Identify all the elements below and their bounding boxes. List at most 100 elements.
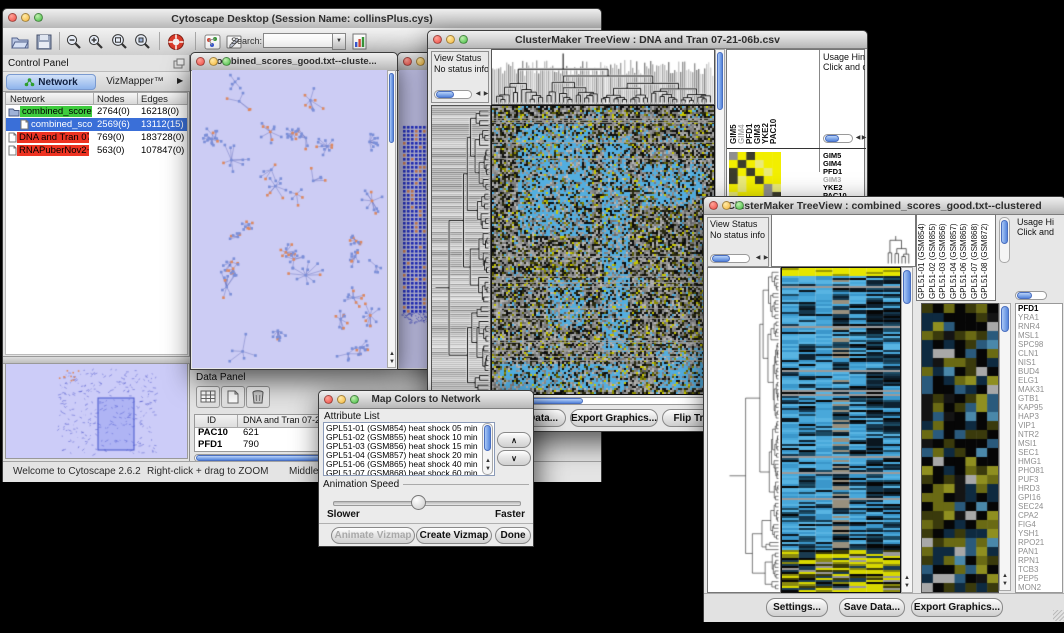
tv2-export-graphics-button[interactable]: Export Graphics... xyxy=(911,598,1003,617)
close-button[interactable] xyxy=(324,395,333,404)
tv1-column-dendrogram[interactable] xyxy=(491,49,715,105)
minimize-button[interactable] xyxy=(209,57,218,66)
gene-label[interactable]: HRD3 xyxy=(1018,484,1062,493)
gene-label[interactable]: FIG4 xyxy=(1018,520,1062,529)
tv2-zoom-vscrollbar[interactable]: ▲ ▼ xyxy=(999,303,1011,591)
gene-label[interactable]: HAP3 xyxy=(1018,412,1062,421)
create-vizmap-button[interactable]: Create Vizmap xyxy=(416,527,492,544)
minimize-button[interactable] xyxy=(21,13,30,22)
netwin1-titlebar[interactable]: combined_scores_good.txt--cluste... xyxy=(191,53,397,71)
save-session-button[interactable] xyxy=(33,31,55,52)
scroll-down-icon[interactable]: ▼ xyxy=(1001,581,1009,588)
tv1-export-graphics-button[interactable]: Export Graphics... xyxy=(570,409,658,427)
zoom-button[interactable] xyxy=(222,57,231,66)
tv2-gene-list[interactable]: PFD1YRA1RNR4MSL1SPC98CLN1NIS1BUD4ELG1MAK… xyxy=(1015,303,1063,593)
close-button[interactable] xyxy=(403,57,412,66)
attribute-list-scrollbar[interactable]: ▲ ▼ xyxy=(482,423,493,475)
attribute-item[interactable]: GPL51-01 (GSM854) heat shock 05 min xyxy=(326,424,494,433)
attribute-list[interactable]: GPL51-01 (GSM854) heat shock 05 minGPL51… xyxy=(323,422,495,476)
gene-label[interactable]: PFD1 xyxy=(1018,304,1062,313)
tv1-status-scrollbar[interactable] xyxy=(434,90,472,99)
attribute-item[interactable]: GPL51-07 (GSM868) heat shock 60 min xyxy=(326,469,494,476)
attribute-item[interactable]: GPL51-04 (GSM857) heat shock 20 min xyxy=(326,451,494,460)
scroll-up-icon[interactable]: ▲ xyxy=(484,458,492,465)
gene-label[interactable]: YRA1 xyxy=(1018,313,1062,322)
attribute-select-button[interactable] xyxy=(196,386,220,408)
scroll-left-icon[interactable]: ◀ xyxy=(754,255,762,262)
zoom-out-button[interactable] xyxy=(63,31,85,52)
gene-label[interactable]: BUD4 xyxy=(1018,367,1062,376)
gene-label[interactable]: SEC1 xyxy=(1018,448,1062,457)
tv2-zoom-heatmap[interactable] xyxy=(921,303,999,593)
delete-attribute-button[interactable] xyxy=(246,386,270,408)
zoom-fit-button[interactable] xyxy=(108,31,130,52)
gene-label[interactable]: KAP95 xyxy=(1018,403,1062,412)
close-button[interactable] xyxy=(8,13,17,22)
scroll-right-icon[interactable]: ▶ xyxy=(482,91,489,98)
scroll-down-icon[interactable]: ▼ xyxy=(903,583,911,590)
tv2-settings-button[interactable]: Settings... xyxy=(766,598,828,617)
scroll-left-icon[interactable]: ◀ xyxy=(474,91,482,98)
speed-slider-thumb[interactable] xyxy=(411,495,426,510)
close-button[interactable] xyxy=(709,201,718,210)
tab-overflow-button[interactable]: ▶ xyxy=(177,76,183,85)
gene-label[interactable]: RPO21 xyxy=(1018,538,1062,547)
minimize-button[interactable] xyxy=(416,57,425,66)
animate-vizmap-button[interactable]: Animate Vizmap xyxy=(331,527,415,544)
new-attribute-button[interactable] xyxy=(221,386,245,408)
tv2-status-scrollbar[interactable] xyxy=(710,254,750,263)
gene-label[interactable]: CLN1 xyxy=(1018,349,1062,358)
attribute-item[interactable]: GPL51-02 (GSM855) heat shock 10 min xyxy=(326,433,494,442)
scroll-up-icon[interactable]: ▲ xyxy=(1001,573,1009,580)
tv2-row-dendrogram[interactable] xyxy=(707,267,781,593)
gene-label[interactable]: PEP5 xyxy=(1018,574,1062,583)
resize-grip[interactable] xyxy=(1053,610,1064,621)
tv2-genelist-scrollbar[interactable] xyxy=(1015,291,1047,300)
move-down-button[interactable]: ∨ xyxy=(497,450,531,466)
gene-label[interactable]: CPA2 xyxy=(1018,511,1062,520)
close-button[interactable] xyxy=(433,35,442,44)
zoom-button[interactable] xyxy=(459,35,468,44)
birdseye-view[interactable] xyxy=(5,363,188,459)
treeview1-titlebar[interactable]: ClusterMaker TreeView : DNA and Tran 07-… xyxy=(428,31,867,49)
help-button[interactable] xyxy=(165,31,187,52)
gene-label[interactable]: VIP1 xyxy=(1018,421,1062,430)
tab-vizmapper[interactable]: VizMapper™ xyxy=(99,74,171,88)
gene-label[interactable]: PAN1 xyxy=(1018,547,1062,556)
gene-label[interactable]: MAK31 xyxy=(1018,385,1062,394)
close-button[interactable] xyxy=(196,57,205,66)
scroll-down-icon[interactable]: ▼ xyxy=(484,466,492,473)
search-dropdown-button[interactable]: ▼ xyxy=(332,33,346,50)
speed-slider-track[interactable] xyxy=(333,501,521,506)
scroll-right-icon[interactable]: ▶ xyxy=(762,255,769,262)
gene-label[interactable]: GTB1 xyxy=(1018,394,1062,403)
tab-network[interactable]: Network xyxy=(6,74,96,90)
network-row[interactable]: DNA and Tran 07769(0)183728(0) xyxy=(6,131,187,144)
tv2-vscrollbar[interactable]: ▲ ▼ xyxy=(901,267,913,593)
main-titlebar[interactable]: Cytoscape Desktop (Session Name: collins… xyxy=(3,9,601,29)
gene-label[interactable]: MSL1 xyxy=(1018,331,1062,340)
gene-label[interactable]: NIS1 xyxy=(1018,358,1062,367)
zoom-button[interactable] xyxy=(350,395,359,404)
scroll-up-icon[interactable]: ▲ xyxy=(388,351,396,358)
gene-label[interactable]: MON2 xyxy=(1018,583,1062,592)
zoom-selected-button[interactable] xyxy=(131,31,153,52)
tv1-row-dendrogram[interactable] xyxy=(431,105,491,395)
network-row[interactable]: RNAPuberNov2+563(0)107847(0) xyxy=(6,144,187,157)
move-up-button[interactable]: ∧ xyxy=(497,432,531,448)
zoom-in-button[interactable] xyxy=(85,31,107,52)
plugin-modules-button[interactable] xyxy=(201,31,223,52)
gene-label[interactable]: GPI16 xyxy=(1018,493,1062,502)
tv2-heatmap[interactable] xyxy=(781,267,901,593)
network-row[interactable]: combined_scores2764(0)16218(0) xyxy=(6,105,187,118)
network-row[interactable]: combined_sco2569(6)13112(15) xyxy=(6,118,187,131)
scroll-up-icon[interactable]: ▲ xyxy=(903,575,911,582)
open-session-button[interactable] xyxy=(9,31,31,52)
gene-label[interactable]: HMG1 xyxy=(1018,457,1062,466)
gene-label[interactable]: SPC98 xyxy=(1018,340,1062,349)
tv1-heatmap[interactable] xyxy=(491,105,715,395)
netwin1-vscrollbar[interactable]: ▲ ▼ xyxy=(387,70,396,368)
tv1-hints-scrollbar[interactable] xyxy=(823,134,853,143)
attribute-item[interactable]: GPL51-03 (GSM856) heat shock 15 min xyxy=(326,442,494,451)
scroll-down-icon[interactable]: ▼ xyxy=(388,359,396,366)
